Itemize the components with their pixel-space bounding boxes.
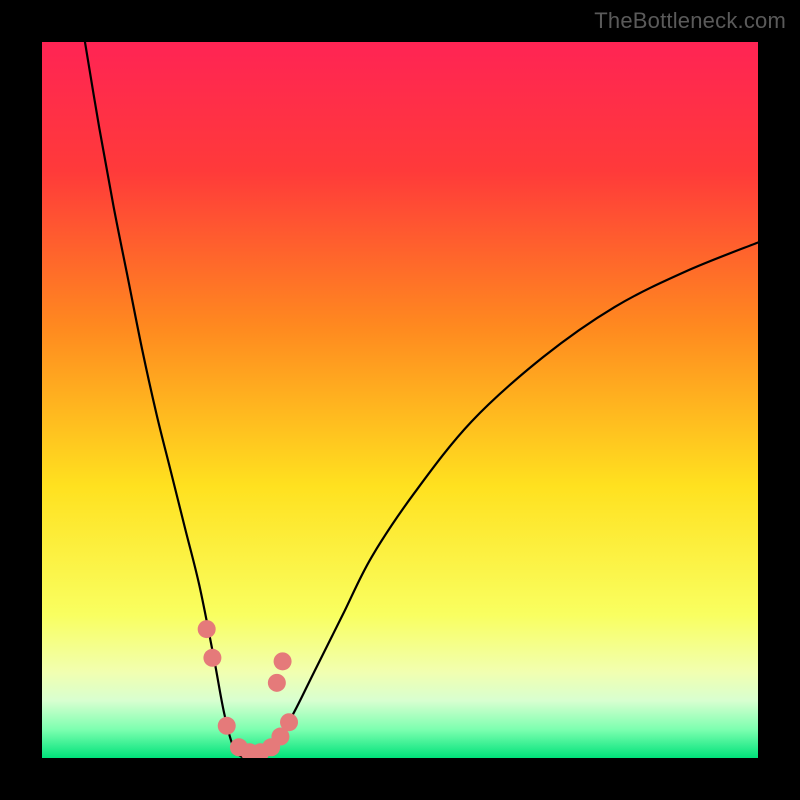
chart-frame: TheBottleneck.com	[0, 0, 800, 800]
highlight-point	[268, 674, 286, 692]
watermark-text: TheBottleneck.com	[594, 8, 786, 34]
curve-layer	[42, 42, 758, 758]
bottleneck-curve	[85, 42, 758, 758]
highlight-point	[203, 649, 221, 667]
highlight-point	[198, 620, 216, 638]
plot-area	[42, 42, 758, 758]
highlight-points	[198, 620, 298, 758]
highlight-point	[218, 717, 236, 735]
highlight-point	[274, 652, 292, 670]
highlight-point	[280, 713, 298, 731]
